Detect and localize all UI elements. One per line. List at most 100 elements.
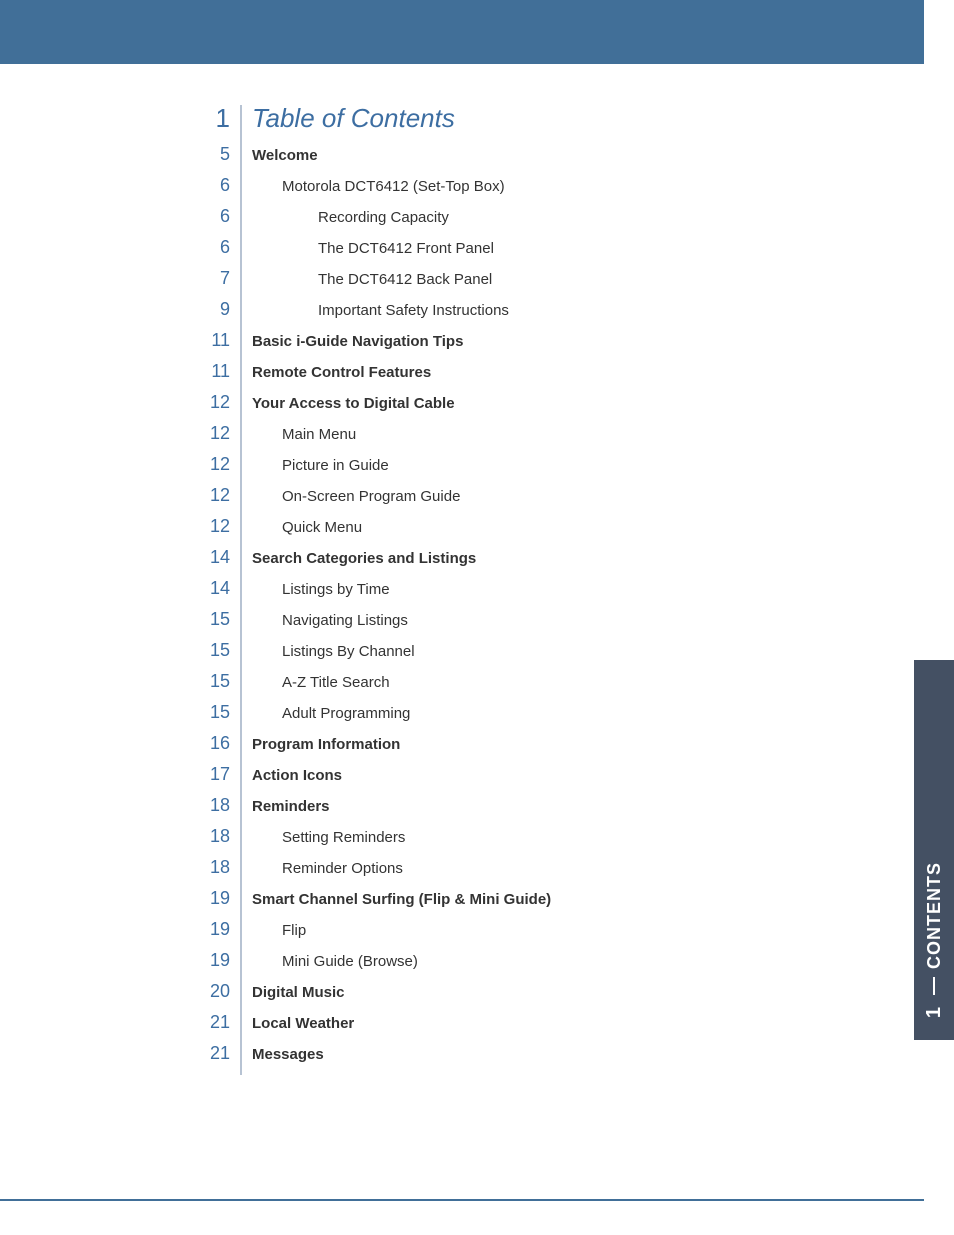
toc-page-number: 12 xyxy=(190,517,241,548)
toc-entry-text: Listings By Channel xyxy=(252,644,415,659)
toc-entry-text: Messages xyxy=(252,1047,324,1062)
toc-entry[interactable]: Picture in Guide xyxy=(241,455,834,486)
toc-entry-text: Motorola DCT6412 (Set-Top Box) xyxy=(252,179,505,194)
toc-entry[interactable]: Navigating Listings xyxy=(241,610,834,641)
toc-entry-text: Adult Programming xyxy=(252,706,410,721)
toc-row: 12Quick Menu xyxy=(190,517,834,548)
toc-entry[interactable]: Messages xyxy=(241,1044,834,1075)
section-tab-label: CONTENTS xyxy=(924,862,945,969)
toc-page-number: 21 xyxy=(190,1044,241,1075)
toc-page-number: 11 xyxy=(190,362,241,393)
toc-page-number: 6 xyxy=(190,238,241,269)
toc-entry[interactable]: Program Information xyxy=(241,734,834,765)
section-tab: CONTENTS 1 xyxy=(914,660,954,1040)
toc-page-number: 16 xyxy=(190,734,241,765)
toc-page-number: 18 xyxy=(190,858,241,889)
toc-entry-text: The DCT6412 Back Panel xyxy=(252,272,492,287)
toc-entry-text: Recording Capacity xyxy=(252,210,449,225)
toc-entry-text: Smart Channel Surfing (Flip & Mini Guide… xyxy=(252,892,551,907)
footer-rule xyxy=(0,1199,924,1201)
toc-entry[interactable]: Flip xyxy=(241,920,834,951)
toc-row: 6Motorola DCT6412 (Set-Top Box) xyxy=(190,176,834,207)
toc-row: 15 A-Z Title Search xyxy=(190,672,834,703)
toc-entry[interactable]: Remote Control Features xyxy=(241,362,834,393)
toc-entry-text: Navigating Listings xyxy=(252,613,408,628)
toc-entry[interactable]: Digital Music xyxy=(241,982,834,1013)
toc-row: 18 Reminder Options xyxy=(190,858,834,889)
toc-entry-text: Reminder Options xyxy=(252,861,403,876)
toc-page-number: 14 xyxy=(190,548,241,579)
toc-page-number: 15 xyxy=(190,703,241,734)
toc-page-number: 19 xyxy=(190,889,241,920)
toc-entry[interactable]: Smart Channel Surfing (Flip & Mini Guide… xyxy=(241,889,834,920)
toc-entry[interactable]: Important Safety Instructions xyxy=(241,300,834,331)
toc-page-number: 21 xyxy=(190,1013,241,1044)
toc-entry[interactable]: Main Menu xyxy=(241,424,834,455)
toc-row: 11 Basic i-Guide Navigation Tips xyxy=(190,331,834,362)
toc-entry[interactable]: Adult Programming xyxy=(241,703,834,734)
toc-page-number: 6 xyxy=(190,207,241,238)
toc-row: 18 Reminders xyxy=(190,796,834,827)
toc-row: 14 Listings by Time xyxy=(190,579,834,610)
toc-page-number: 15 xyxy=(190,641,241,672)
toc-entry[interactable]: Listings by Time xyxy=(241,579,834,610)
toc-entry[interactable]: Reminders xyxy=(241,796,834,827)
toc-entry[interactable]: A-Z Title Search xyxy=(241,672,834,703)
toc-row: 19Mini Guide (Browse) xyxy=(190,951,834,982)
toc-page-number: 17 xyxy=(190,765,241,796)
toc-page-number: 15 xyxy=(190,610,241,641)
toc-entry[interactable]: Action Icons xyxy=(241,765,834,796)
toc-entry-text: Action Icons xyxy=(252,768,342,783)
toc-entry[interactable]: Quick Menu xyxy=(241,517,834,548)
toc-row: 1 Table of Contents xyxy=(190,105,834,145)
toc-page-number: 9 xyxy=(190,300,241,331)
toc-row: 6 Recording Capacity xyxy=(190,207,834,238)
toc-entry-text: Basic i-Guide Navigation Tips xyxy=(252,334,463,349)
toc-page-number: 5 xyxy=(190,145,241,176)
toc-page-number: 11 xyxy=(190,331,241,362)
toc-page-number: 14 xyxy=(190,579,241,610)
toc-row: 12 Main Menu xyxy=(190,424,834,455)
toc-row: 15 Adult Programming xyxy=(190,703,834,734)
toc-entry[interactable]: Basic i-Guide Navigation Tips xyxy=(241,331,834,362)
toc-entry-text: A-Z Title Search xyxy=(252,675,390,690)
toc-row: 21 Messages xyxy=(190,1044,834,1075)
toc-entry-text: Listings by Time xyxy=(252,582,390,597)
toc-entry-text: Picture in Guide xyxy=(252,458,389,473)
toc-entry[interactable]: The DCT6412 Back Panel xyxy=(241,269,834,300)
toc-page-number: 12 xyxy=(190,393,241,424)
toc-entry[interactable]: Local Weather xyxy=(241,1013,834,1044)
page: 1Table of Contents5Welcome6Motorola DCT6… xyxy=(0,0,954,1235)
toc-entry[interactable]: Recording Capacity xyxy=(241,207,834,238)
toc-row: 15 Navigating Listings xyxy=(190,610,834,641)
toc-entry-text: Setting Reminders xyxy=(252,830,405,845)
toc-page-number: 7 xyxy=(190,269,241,300)
toc-entry[interactable]: The DCT6412 Front Panel xyxy=(241,238,834,269)
toc-entry[interactable]: Listings By Channel xyxy=(241,641,834,672)
toc-page-number: 18 xyxy=(190,796,241,827)
toc-entry-text: Remote Control Features xyxy=(252,365,431,380)
section-tab-number: 1 xyxy=(923,1007,946,1018)
toc-page-number: 12 xyxy=(190,424,241,455)
toc-page-number: 15 xyxy=(190,672,241,703)
toc-list: 1Table of Contents5Welcome6Motorola DCT6… xyxy=(190,105,834,1075)
toc-page-number: 20 xyxy=(190,982,241,1013)
toc-entry[interactable]: Reminder Options xyxy=(241,858,834,889)
toc-row: 16Program Information xyxy=(190,734,834,765)
toc-entry[interactable]: Mini Guide (Browse) xyxy=(241,951,834,982)
toc-entry[interactable]: Motorola DCT6412 (Set-Top Box) xyxy=(241,176,834,207)
toc-entry[interactable]: Search Categories and Listings xyxy=(241,548,834,579)
toc-page-number: 18 xyxy=(190,827,241,858)
toc-entry[interactable]: Setting Reminders xyxy=(241,827,834,858)
toc-row: 15 Listings By Channel xyxy=(190,641,834,672)
toc-entry-text: Important Safety Instructions xyxy=(252,303,509,318)
toc-entry[interactable]: Welcome xyxy=(241,145,834,176)
toc-entry-text: Reminders xyxy=(252,799,330,814)
toc-page-number: 1 xyxy=(190,105,241,145)
toc-entry[interactable]: On-Screen Program Guide xyxy=(241,486,834,517)
toc-entry[interactable]: Your Access to Digital Cable xyxy=(241,393,834,424)
toc-row: 20Digital Music xyxy=(190,982,834,1013)
toc-entry-text: Main Menu xyxy=(252,427,356,442)
toc-entry-text: On-Screen Program Guide xyxy=(252,489,460,504)
toc-entry-text: Table of Contents xyxy=(252,105,455,131)
